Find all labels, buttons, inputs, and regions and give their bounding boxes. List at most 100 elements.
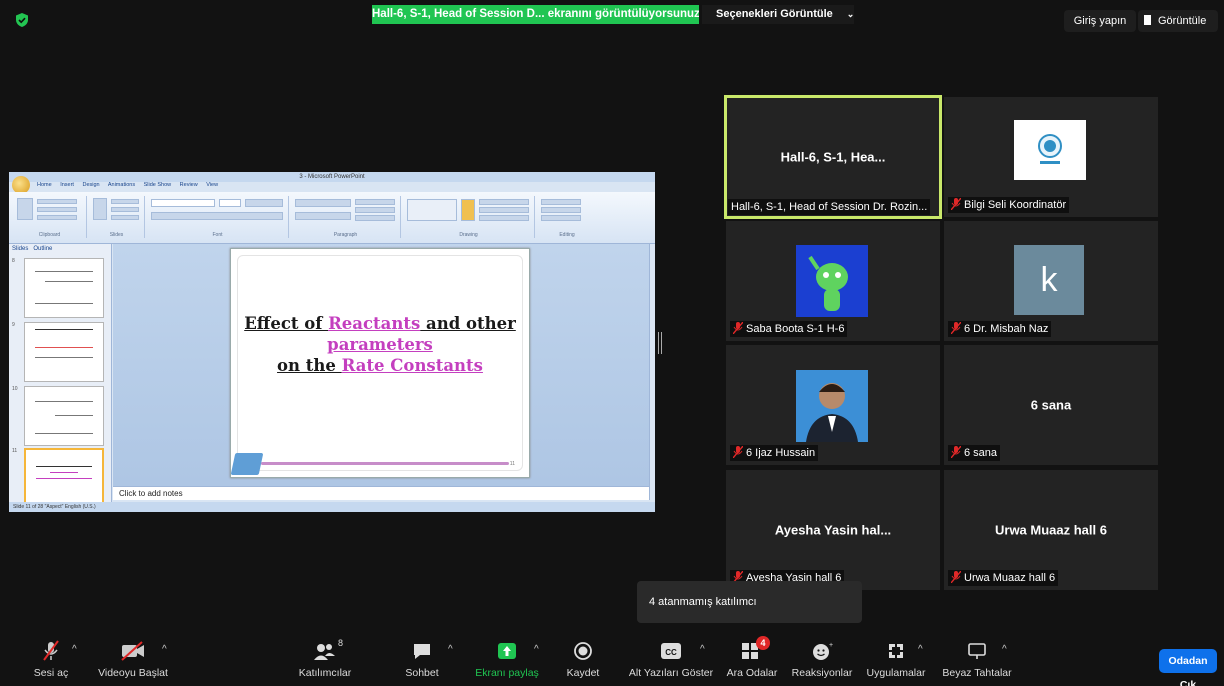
participants-label: Katılımcılar [298,667,352,679]
captions-button[interactable]: CC Alt Yazıları Göster [622,630,720,686]
ribbon-group: Font [147,196,289,238]
ribbon-tab: Animations [107,182,136,188]
apps-button[interactable]: Uygulamalar [864,630,928,686]
participant-tile[interactable]: 6 Ijaz Hussain [726,345,940,465]
vertical-scrollbar[interactable] [649,244,655,500]
breakout-rooms-button[interactable]: 4 Ara Odalar [724,630,780,686]
chat-label: Sohbet [405,667,439,679]
slide-thumbnail[interactable] [24,258,104,318]
participant-tile[interactable]: Saba Boota S-1 H-6 [726,221,940,341]
record-button[interactable]: Kaydet [560,630,606,686]
ribbon-group: Paragraph [291,196,401,238]
breakout-rooms-label: Ara Odalar [726,667,778,679]
participant-count: 8 [338,638,344,648]
participant-name-label: Urwa Muaaz hall 6 [948,570,1059,586]
split-handle[interactable] [658,332,662,354]
view-button[interactable]: Görüntüle [1138,10,1218,32]
participant-name-label: 6 Dr. Misbah Naz [948,321,1052,337]
record-icon [574,642,592,660]
slide-thumbnail[interactable] [24,386,104,446]
current-slide[interactable]: Effect of Reactants and other parameters… [230,248,530,478]
ribbon-group-label: Clipboard [38,232,61,238]
video-options-chevron-icon[interactable]: ^ [162,644,167,655]
alien-avatar-icon [796,245,868,317]
slide-editor[interactable]: Effect of Reactants and other parameters… [113,244,649,486]
view-options-label: Seçenekleri Görüntüle [716,8,833,20]
muted-mic-icon [951,322,961,334]
slide-thumbnail[interactable] [24,322,104,382]
start-video-button[interactable]: Videoyu Başlat [94,630,172,686]
participant-photo [796,370,868,442]
book-clipart-icon [230,453,264,475]
apps-label: Uygulamalar [866,667,926,679]
outline-tab[interactable]: Outline [33,246,52,252]
slides-panel[interactable]: Slides Outline 8 9 10 11 [9,244,112,508]
participants-button[interactable]: 8 Katılımcılar [290,630,360,686]
audio-options-chevron-icon[interactable]: ^ [72,644,77,655]
video-off-icon [121,641,144,661]
grid-view-icon [1144,15,1154,25]
ribbon-tab: Review [179,182,198,188]
participant-display-name: 6 sana [1030,397,1072,413]
chat-options-chevron-icon[interactable]: ^ [448,644,453,655]
bilsel-logo-icon [1014,120,1086,180]
reactions-label: Reaksiyonlar [791,667,853,679]
screen-share-banner: Hall-6, S-1, Head of Session D... ekranı… [372,5,699,24]
breakout-badge: 4 [756,636,770,650]
apps-options-chevron-icon[interactable]: ^ [918,644,923,655]
chevron-down-icon: ⌄ [846,9,855,19]
security-shield-icon[interactable] [14,12,30,28]
ribbon-tab: View [206,182,219,188]
captions-label: Alt Yazıları Göster [628,667,714,679]
shared-screen[interactable]: 3 - Microsoft PowerPoint Home Insert Des… [9,172,655,512]
slides-panel-tabs: Slides Outline [9,244,111,254]
muted-mic-icon [43,640,59,661]
ribbon-tab: Insert [60,182,74,188]
slide-number: 11 [509,461,515,467]
whiteboards-button[interactable]: Beyaz Tahtalar [940,630,1014,686]
participant-name-label: 6 sana [948,445,1001,461]
muted-mic-icon [951,571,961,583]
participant-tile[interactable]: Hall-6, S-1, Hea... Hall-6, S-1, Head of… [724,95,942,219]
sign-in-button[interactable]: Giriş yapın [1064,10,1136,32]
participant-tile[interactable]: 6 sana 6 sana [944,345,1158,465]
whiteboard-options-chevron-icon[interactable]: ^ [1002,644,1007,655]
leave-room-button[interactable]: Odadan Çık [1159,649,1217,686]
start-video-label: Videoyu Başlat [98,667,168,679]
ribbon-tab: Slide Show [143,182,172,188]
captions-options-chevron-icon[interactable]: ^ [700,644,705,655]
ribbon-group: Slides [89,196,145,238]
muted-mic-icon [733,446,743,458]
avatar-initial: k [1014,245,1084,315]
participant-tile[interactable]: Bilgi Seli Koordinatör [944,97,1158,217]
record-label: Kaydet [566,667,600,679]
participant-name-label: 6 Ijaz Hussain [730,445,819,461]
participant-tile[interactable]: Ayesha Yasin hal... Ayesha Yasin hall 6 [726,470,940,590]
status-bar: Slide 11 of 28 "Aspect" English (U.S.) [9,502,655,512]
participant-tile[interactable]: Urwa Muaaz hall 6 Urwa Muaaz hall 6 [944,470,1158,590]
ribbon-tabs: Home Insert Design Animations Slide Show… [37,182,225,192]
reactions-button[interactable]: + Reaksiyonlar [790,630,854,686]
ribbon-group-label: Editing [559,232,575,238]
notes-pane[interactable]: Click to add notes [113,486,649,500]
view-options-button[interactable]: Seçenekleri Görüntüle ⌄ [702,5,854,24]
slides-tab[interactable]: Slides [12,246,28,252]
chat-button[interactable]: Sohbet [398,630,446,686]
muted-mic-icon [951,198,961,210]
ribbon-group: Clipboard [13,196,87,238]
muted-mic-icon [733,322,743,334]
share-options-chevron-icon[interactable]: ^ [534,644,539,655]
participants-icon [314,644,335,660]
thumb-number: 11 [12,448,18,454]
slide-thumbnail-selected[interactable] [24,448,104,508]
ribbon-tab: Home [37,182,52,188]
participant-tile[interactable]: k 6 Dr. Misbah Naz [944,221,1158,341]
ribbon: Clipboard Slides Font Paragraph Drawing … [9,192,655,244]
participant-name-label: Saba Boota S-1 H-6 [730,321,848,337]
unmute-button[interactable]: Sesi aç [26,630,76,686]
share-screen-button[interactable]: Ekranı paylaş [470,630,544,686]
participant-display-name: Ayesha Yasin hal... [774,522,892,538]
unmute-label: Sesi aç [33,667,69,679]
chat-icon [414,644,430,659]
reactions-icon: + [813,642,833,660]
